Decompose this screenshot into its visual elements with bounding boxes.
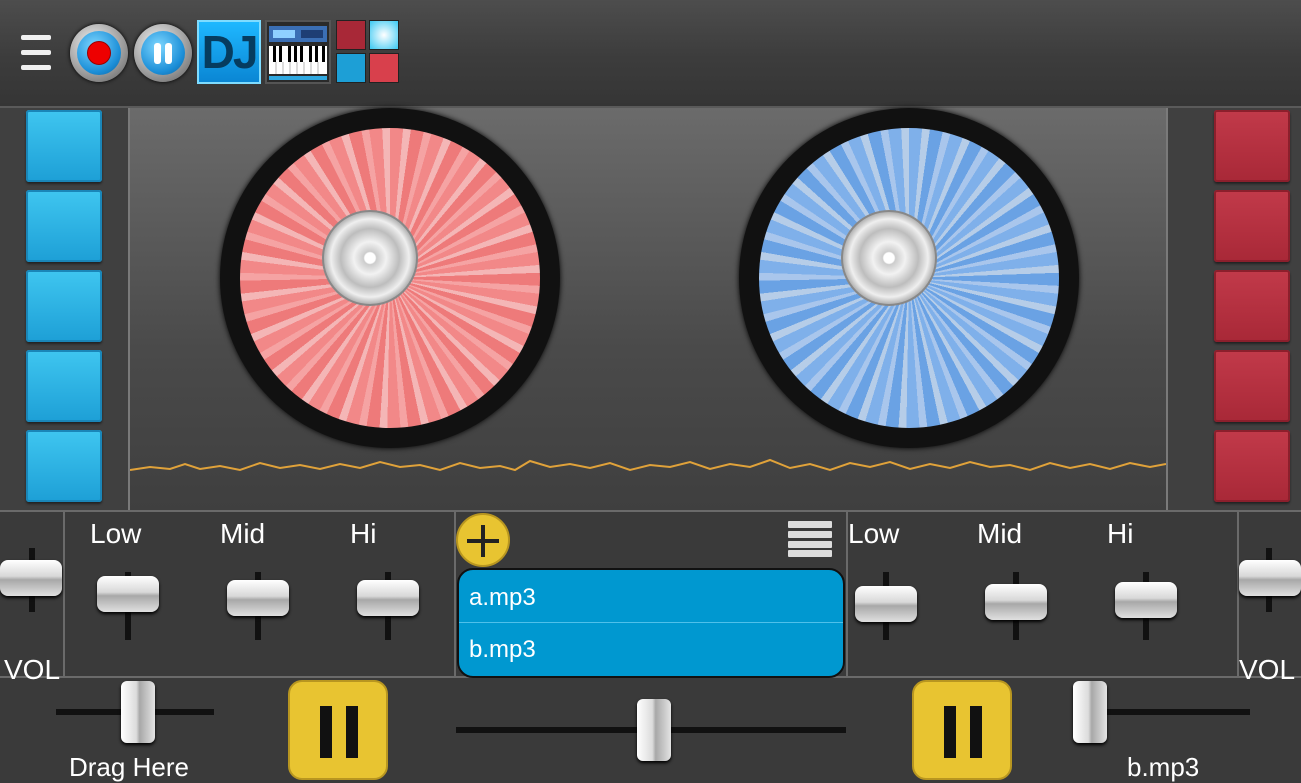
playlist: a.mp3 b.mp3 xyxy=(457,568,845,678)
playlist-menu-icon[interactable] xyxy=(788,521,832,557)
pad-tile-icon xyxy=(369,53,399,83)
pause-icon xyxy=(944,706,956,758)
pad-tile-icon xyxy=(369,20,399,50)
playlist-item[interactable]: b.mp3 xyxy=(459,624,843,676)
right-low-slider[interactable] xyxy=(855,586,917,622)
waveform xyxy=(130,458,1166,472)
left-pad-column xyxy=(0,108,130,510)
right-hi-slider[interactable] xyxy=(1115,582,1177,618)
left-volume-slider[interactable] xyxy=(0,560,62,596)
dj-mode-button[interactable]: DJ xyxy=(197,20,261,84)
right-mid-slider[interactable] xyxy=(985,584,1047,620)
right-pad-5[interactable] xyxy=(1214,430,1290,502)
playlist-item[interactable]: a.mp3 xyxy=(459,572,843,624)
left-mid-label: Mid xyxy=(220,518,266,549)
right-pad-1[interactable] xyxy=(1214,110,1290,182)
left-pitch-slider[interactable] xyxy=(121,681,155,743)
piano-mode-button[interactable] xyxy=(265,20,331,84)
left-low-slider[interactable] xyxy=(97,576,159,612)
right-volume-slider[interactable] xyxy=(1239,560,1301,596)
divider xyxy=(459,622,843,623)
right-pad-4[interactable] xyxy=(1214,350,1290,422)
left-pad-1[interactable] xyxy=(26,110,102,182)
pause-icon xyxy=(141,31,185,75)
left-turntable[interactable] xyxy=(220,108,560,448)
right-pad-column xyxy=(1168,108,1301,510)
right-turntable[interactable] xyxy=(739,108,1079,448)
right-pad-2[interactable] xyxy=(1214,190,1290,262)
piano-icon xyxy=(269,26,327,80)
add-song-button[interactable] xyxy=(456,513,510,567)
right-mid-label: Mid xyxy=(977,518,1023,549)
crossfader-slider[interactable] xyxy=(637,699,671,761)
left-track-name: Drag Here xyxy=(69,752,189,782)
record-icon xyxy=(87,41,111,65)
divider xyxy=(63,512,65,678)
pad-tile-icon xyxy=(336,20,366,50)
right-hi-label: Hi xyxy=(1107,518,1134,549)
left-disc-hub xyxy=(322,210,418,306)
left-pad-3[interactable] xyxy=(26,270,102,342)
record-button[interactable] xyxy=(70,24,128,82)
right-play-pause-button[interactable] xyxy=(912,680,1012,780)
left-mid-slider[interactable] xyxy=(227,580,289,616)
left-hi-slider[interactable] xyxy=(357,580,419,616)
left-pad-4[interactable] xyxy=(26,350,102,422)
pause-icon xyxy=(320,706,332,758)
left-play-pause-button[interactable] xyxy=(288,680,388,780)
divider xyxy=(1166,108,1168,510)
left-hi-label: Hi xyxy=(350,518,377,549)
right-low-label: Low xyxy=(848,518,900,549)
menu-icon[interactable] xyxy=(21,35,51,73)
right-disc-hub xyxy=(841,210,937,306)
pause-all-button[interactable] xyxy=(134,24,192,82)
top-toolbar: DJ xyxy=(0,0,1301,108)
pad-tile-icon xyxy=(336,53,366,83)
right-track-name: b.mp3 xyxy=(1127,752,1200,782)
left-low-label: Low xyxy=(90,518,142,549)
right-pitch-slider[interactable] xyxy=(1073,681,1107,743)
pads-mode-button[interactable] xyxy=(336,20,400,86)
left-pad-2[interactable] xyxy=(26,190,102,262)
left-pad-5[interactable] xyxy=(26,430,102,502)
right-pad-3[interactable] xyxy=(1214,270,1290,342)
